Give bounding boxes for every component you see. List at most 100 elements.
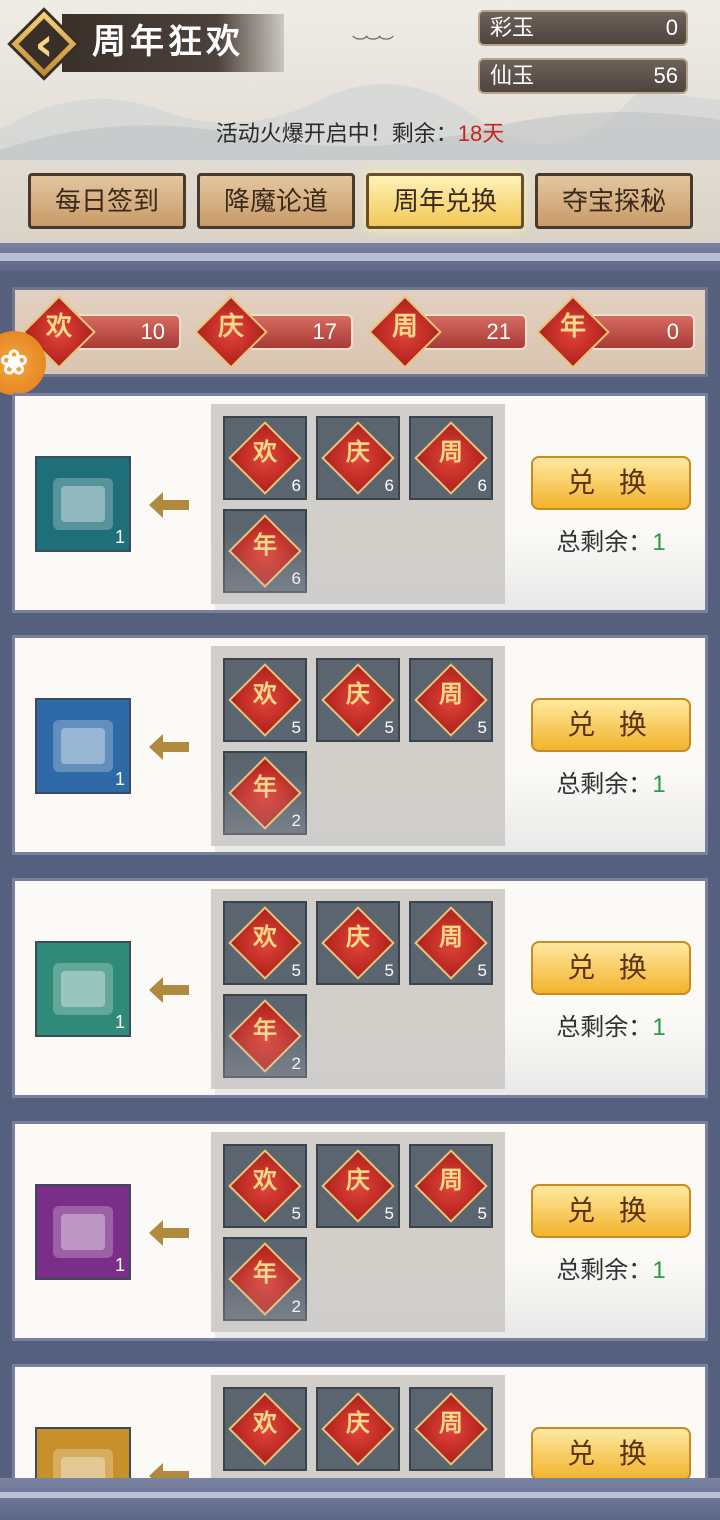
cost-item[interactable]: 周: [409, 1387, 493, 1471]
exchange-panel: 10 欢 17 庆 21 周 0 年 ❀ 1 欢 6 庆 6 周 6 年 6 兑…: [0, 271, 720, 1481]
status-text: 活动火爆开启中！剩余：: [215, 121, 458, 146]
remain-label: 总剩余：: [556, 529, 653, 556]
arrow-left-icon: [149, 1220, 189, 1246]
decorative-band: [0, 243, 720, 271]
cost-char: 周: [439, 679, 463, 708]
cost-item[interactable]: 年 2: [223, 1237, 307, 1321]
birds-icon: ︶ ︶ ︶: [352, 34, 394, 53]
exchange-button[interactable]: 兑 换: [531, 1184, 691, 1238]
cost-item[interactable]: 年 2: [223, 994, 307, 1078]
cost-char: 年: [253, 1015, 277, 1044]
cost-item[interactable]: 周 6: [409, 416, 493, 500]
reward-qty: 1: [114, 769, 125, 789]
cost-count: 2: [291, 811, 301, 830]
blue-book-icon[interactable]: 1: [35, 698, 131, 794]
offer-card: 1 欢 5 庆 5 周 5 年 2 兑 换 总剩余：1: [12, 878, 708, 1098]
cost-area: 欢 6 庆 6 周 6 年 6: [211, 404, 505, 604]
page-title: 周年狂欢: [92, 22, 244, 62]
remain-label: 总剩余：: [556, 1014, 653, 1041]
activity-status: 活动火爆开启中！剩余：18天: [0, 116, 720, 148]
tab-daily-signin[interactable]: 每日签到: [28, 173, 186, 229]
cost-count: 2: [291, 1297, 301, 1316]
cost-area: 欢 5 庆 5 周 5 年 2: [211, 889, 505, 1089]
remaining-count: 总剩余：1: [531, 1007, 691, 1042]
cost-count: 6: [384, 476, 394, 495]
tab-demon-debate[interactable]: 降魔论道: [197, 173, 355, 229]
cost-char: 欢: [253, 437, 277, 466]
currency-xianyu: 仙玉 56: [478, 58, 688, 94]
cost-char: 周: [439, 437, 463, 466]
cost-item[interactable]: 周 5: [409, 1144, 493, 1228]
exchange-button[interactable]: 兑 换: [531, 698, 691, 752]
cost-item[interactable]: 庆 5: [316, 658, 400, 742]
offer-card: 1 欢 5 庆 5 周 5 年 2 兑 换 总剩余：1: [12, 635, 708, 855]
emblem-icon[interactable]: [35, 1427, 131, 1481]
token-summary: 10 欢 17 庆 21 周 0 年: [12, 287, 708, 377]
cost-char: 周: [439, 1408, 463, 1437]
cost-char: 庆: [346, 437, 370, 466]
currency-value: 56: [653, 63, 678, 88]
remain-value: 1: [652, 771, 666, 798]
offer-card: 欢 庆 周 兑 换 总剩余：: [12, 1364, 708, 1481]
purple-book-icon[interactable]: 1: [35, 1184, 131, 1280]
bottom-band: [0, 1478, 720, 1520]
back-button[interactable]: ‹: [6, 6, 82, 82]
cost-count: 5: [384, 961, 394, 980]
cost-item[interactable]: 年 2: [223, 751, 307, 835]
cost-char: 欢: [253, 679, 277, 708]
cost-char: 欢: [253, 1408, 277, 1437]
reward-qty: 1: [114, 1012, 125, 1032]
currency-value: 0: [665, 15, 678, 40]
cost-area: 欢 庆 周: [211, 1375, 505, 1481]
cost-count: 5: [477, 1204, 487, 1223]
cost-char: 周: [439, 1165, 463, 1194]
cost-char: 庆: [346, 922, 370, 951]
header: ︶ ︶ ︶ 周年狂欢 ‹ 彩玉 0 仙玉 56 活动火爆开启中！剩余：18天 每…: [0, 0, 720, 245]
cost-item[interactable]: 庆: [316, 1387, 400, 1471]
cost-item[interactable]: 周 5: [409, 901, 493, 985]
cost-char: 年: [253, 772, 277, 801]
token-char: 周: [391, 312, 418, 342]
cost-item[interactable]: 欢 5: [223, 658, 307, 742]
chevron-left-icon: ‹: [34, 17, 54, 71]
remain-label: 总剩余：: [556, 771, 653, 798]
status-days: 18天: [457, 121, 505, 146]
tab-anniversary-exchange[interactable]: 周年兑换: [366, 173, 524, 229]
cost-count: 5: [477, 961, 487, 980]
cost-char: 庆: [346, 1408, 370, 1437]
green-book-icon[interactable]: 1: [35, 941, 131, 1037]
cost-item[interactable]: 庆 5: [316, 1144, 400, 1228]
exchange-button[interactable]: 兑 换: [531, 456, 691, 510]
exchange-button[interactable]: 兑 换: [531, 941, 691, 995]
cost-item[interactable]: 欢 5: [223, 901, 307, 985]
token-zhou: 21 周: [368, 295, 531, 369]
remaining-count: 总剩余：1: [531, 1250, 691, 1285]
cost-count: 5: [291, 961, 301, 980]
cost-item[interactable]: 周 5: [409, 658, 493, 742]
cost-item[interactable]: 欢 6: [223, 416, 307, 500]
cost-item[interactable]: 庆 5: [316, 901, 400, 985]
cost-count: 5: [384, 718, 394, 737]
cost-count: 6: [291, 476, 301, 495]
token-nian: 0 年: [536, 295, 699, 369]
cost-item[interactable]: 年 6: [223, 509, 307, 593]
arrow-left-icon: [149, 492, 189, 518]
arrow-left-icon: [149, 977, 189, 1003]
cost-item[interactable]: 庆 6: [316, 416, 400, 500]
pouch-icon[interactable]: 1: [35, 456, 131, 552]
currency-label: 仙玉: [490, 63, 535, 88]
tab-treasure-hunt[interactable]: 夺宝探秘: [535, 173, 693, 229]
offer-card: 1 欢 6 庆 6 周 6 年 6 兑 换 总剩余：1: [12, 393, 708, 613]
arrow-left-icon: [149, 734, 189, 760]
cost-count: 6: [291, 569, 301, 588]
exchange-button[interactable]: 兑 换: [531, 1427, 691, 1481]
remain-label: 总剩余：: [556, 1257, 653, 1284]
cost-item[interactable]: 欢: [223, 1387, 307, 1471]
currency-label: 彩玉: [490, 15, 535, 40]
cost-item[interactable]: 欢 5: [223, 1144, 307, 1228]
remaining-count: 总剩余：1: [531, 764, 691, 799]
token-char: 庆: [217, 312, 244, 342]
cost-count: 5: [291, 718, 301, 737]
remain-value: 1: [652, 1014, 666, 1041]
cost-char: 欢: [253, 1165, 277, 1194]
